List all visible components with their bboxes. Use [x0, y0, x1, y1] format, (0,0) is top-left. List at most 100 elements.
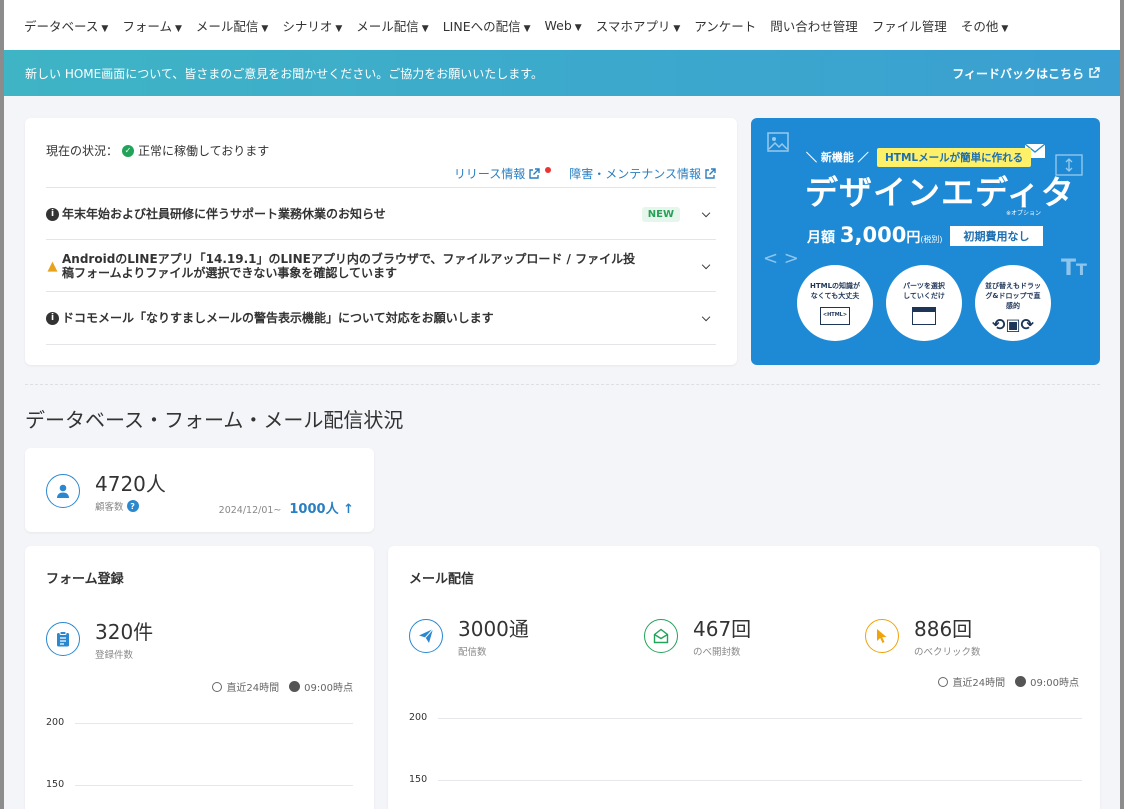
nav-item[interactable]: スマホアプリ ▼ [596, 16, 681, 35]
clock-icon [289, 681, 301, 692]
sent-count: 3000通 [458, 617, 529, 641]
status-links: リリース情報 障害・メンテナンス情報 [454, 165, 716, 182]
nav-item-label: LINEへの配信 [442, 18, 521, 34]
open-count: 467回 [693, 617, 752, 641]
nav-item-label: データベース [24, 18, 99, 34]
maintenance-info-link[interactable]: 障害・メンテナンス情報 [569, 165, 716, 182]
y-tick-label: 150 [46, 779, 65, 790]
nav-item[interactable]: 問い合わせ管理 [770, 16, 858, 35]
chevron-down-icon[interactable]: ⌵ [696, 311, 716, 325]
since-value: 1000人 ↑ [289, 502, 354, 517]
y-tick-label: 200 [46, 717, 65, 728]
price-unit: 円 [906, 230, 921, 246]
user-icon [46, 474, 80, 508]
form-registration-card: フォーム登録 320件 登録件数 直近24時間 09:00時点 200 150 [25, 546, 374, 809]
cursor-icon [865, 619, 899, 653]
period-meta: 直近24時間 09:00時点 [938, 674, 1079, 689]
design-editor-promo[interactable]: < > TT ＼ 新機能 ／ HTMLメールが簡単に作れる デザインエディタ ※… [751, 118, 1100, 365]
notice-row[interactable]: i ドコモメール「なりすましメールの警告表示機能」について対応をお願いします ⌵ [46, 291, 716, 345]
code-icon: < > [763, 248, 799, 269]
customer-count-label-text: 顧客数 [95, 502, 124, 513]
caret-down-icon: ▼ [261, 23, 269, 34]
option-note: ※オプション [1006, 210, 1042, 217]
caret-down-icon: ▼ [335, 23, 343, 34]
layout-icon [912, 307, 936, 325]
time-label: 09:00時点 [1030, 678, 1079, 689]
caret-down-icon: ▼ [174, 23, 182, 34]
caret-down-icon: ▼ [673, 23, 681, 34]
grid-line [438, 718, 1082, 719]
notice-row[interactable]: ▲ AndroidのLINEアプリ「14.19.1」のLINEアプリ内のブラウザ… [46, 239, 716, 292]
customer-count-label: 顧客数 ? [95, 499, 139, 513]
sent-count-label: 配信数 [458, 647, 487, 658]
info-icon: i [46, 311, 59, 325]
nav-item[interactable]: Web ▼ [545, 18, 582, 33]
nav-item[interactable]: その他 ▼ [961, 16, 1008, 35]
nav-item[interactable]: LINEへの配信 ▼ [443, 16, 531, 35]
notice-text: ドコモメール「なりすましメールの警告表示機能」について対応をお願いします [62, 311, 494, 325]
price-value: 3,000 [839, 223, 907, 247]
chevron-down-icon[interactable]: ⌵ [696, 259, 716, 273]
clock-icon [1015, 676, 1027, 687]
nav-item[interactable]: シナリオ ▼ [282, 16, 342, 35]
notice-row[interactable]: i 年末年始および社員研修に伴うサポート業務休業のお知らせ NEW ⌵ [46, 187, 716, 240]
feature-circle: 並び替えもドラッグ&ドロップで直感的 ⟲▣⟳ [975, 265, 1051, 341]
promo-price: 月額 3,000円(税別) [807, 223, 943, 247]
feedback-link-label: フィードバックはこちら [952, 66, 1084, 81]
external-link-icon [1089, 67, 1100, 78]
nav-item-label: 問い合わせ管理 [770, 18, 858, 34]
release-info-link[interactable]: リリース情報 [453, 165, 552, 182]
section-title: データベース・フォーム・メール配信状況 [25, 408, 404, 432]
text-size-icon: TT [1061, 256, 1087, 281]
price-prefix: 月額 [807, 230, 835, 246]
nav-item[interactable]: データベース ▼ [24, 16, 108, 35]
nav-item-label: Web [544, 17, 572, 33]
promo-pill: HTMLメールが簡単に作れる [877, 148, 1032, 167]
status-value: 正常に稼働しております [138, 144, 270, 158]
feature-circle: パーツを選択していくだけ [886, 265, 962, 341]
maintenance-info-label: 障害・メンテナンス情報 [569, 167, 701, 181]
nav-item-label: フォーム [122, 18, 172, 34]
period-label: 直近24時間 [952, 678, 1006, 689]
nav-item[interactable]: メール配信 ▼ [356, 16, 428, 35]
price-tax: (税別) [920, 235, 943, 244]
customer-growth: 2024/12/01~ 1000人 ↑ [219, 498, 354, 517]
nav-item[interactable]: ファイル管理 [872, 16, 947, 35]
status-card: 現在の状況： ✓ 正常に稼働しております リリース情報 障害・メンテナンス情報 … [25, 118, 737, 365]
status-label: 現在の状況： [46, 144, 119, 158]
feature-circle-text: HTMLの知識がなくても大丈夫 [809, 282, 861, 300]
info-icon: i [46, 207, 59, 221]
click-count: 886回 [914, 617, 973, 641]
top-nav: データベース ▼ フォーム ▼ メール配信 ▼ シナリオ ▼ メール配信 ▼ LINEへの配信 ▼ We… [4, 0, 1120, 50]
nav-item[interactable]: フォーム ▼ [122, 16, 182, 35]
html-tag-icon: <HTML> [820, 307, 850, 325]
form-count-label: 登録件数 [95, 650, 134, 661]
chevron-down-icon[interactable]: ⌵ [696, 207, 716, 221]
help-icon[interactable]: ? [126, 500, 139, 512]
release-info-label: リリース情報 [453, 167, 526, 181]
nav-item-label: メール配信 [356, 18, 419, 34]
clock-outline-icon [938, 676, 949, 687]
drag-drop-icon: ⟲▣⟳ [992, 315, 1034, 334]
feature-circle-text: 並び替えもドラッグ&ドロップで直感的 [985, 282, 1041, 310]
caret-down-icon: ▼ [101, 23, 109, 34]
nav-item[interactable]: メール配信 ▼ [196, 16, 268, 35]
y-tick-label: 150 [409, 774, 428, 785]
nav-item-label: メール配信 [195, 18, 259, 34]
mail-delivery-card: メール配信 3000通 配信数 467回 のべ開封数 886回 のべクリック数 … [388, 546, 1100, 809]
caret-down-icon: ▼ [523, 23, 531, 34]
feedback-link[interactable]: フィードバックはこちら [952, 65, 1100, 82]
notice-text: AndroidのLINEアプリ「14.19.1」のLINEアプリ内のブラウザで、… [62, 252, 636, 280]
clock-outline-icon [212, 681, 223, 692]
nav-item-label: スマホアプリ [595, 18, 671, 34]
open-count-label: のべ開封数 [693, 647, 741, 658]
warning-icon: ▲ [47, 258, 58, 274]
nav-item-label: ファイル管理 [871, 18, 947, 34]
unread-dot [545, 166, 552, 173]
period-label: 直近24時間 [226, 683, 280, 694]
notice-text: 年末年始および社員研修に伴うサポート業務休業のお知らせ [62, 207, 386, 221]
nav-item[interactable]: アンケート [694, 16, 756, 35]
external-link-icon [705, 167, 716, 179]
since-date: 2024/12/01~ [218, 505, 282, 516]
caret-down-icon: ▼ [574, 22, 582, 33]
